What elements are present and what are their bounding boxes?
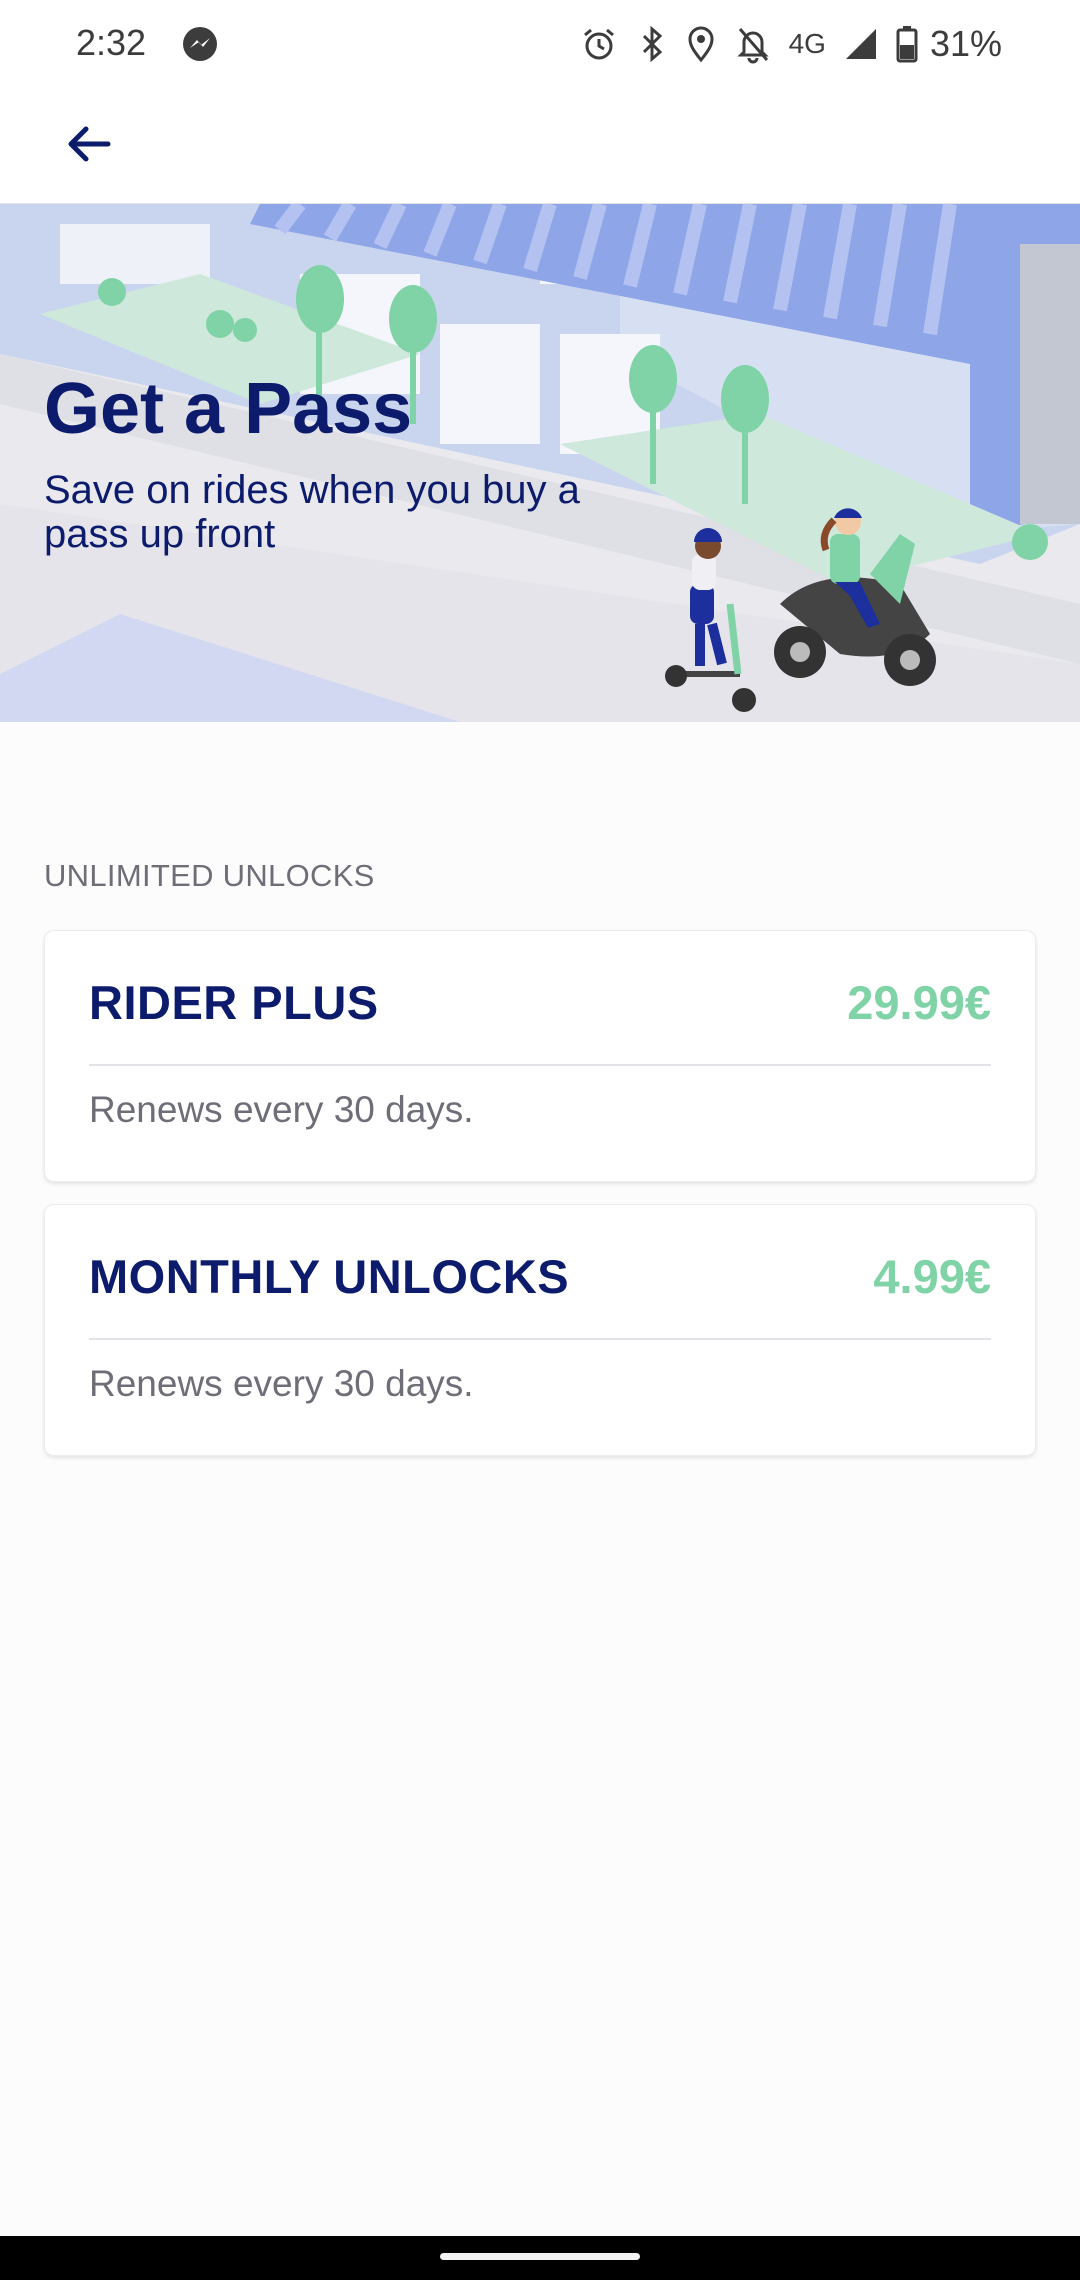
pass-card-monthly-unlocks[interactable]: MONTHLY UNLOCKS 4.99€ Renews every 30 da… — [44, 1204, 1036, 1456]
signal-icon — [844, 27, 878, 61]
back-button[interactable] — [44, 112, 132, 180]
bluetooth-icon — [637, 24, 667, 64]
status-time: 2:32 — [76, 22, 147, 63]
notifications-off-icon — [735, 24, 771, 64]
pass-price: 29.99€ — [847, 976, 991, 1029]
arrow-back-icon — [62, 118, 114, 175]
card-divider — [89, 1338, 991, 1340]
pass-name: MONTHLY UNLOCKS — [89, 1250, 570, 1303]
status-bar: 2:32 4G 31% — [0, 0, 1080, 88]
pass-renewal: Renews every 30 days. — [89, 1363, 474, 1404]
location-icon — [685, 24, 717, 64]
card-divider — [89, 1064, 991, 1066]
app-bar — [0, 88, 1080, 204]
battery-icon — [896, 25, 918, 63]
pass-card-rider-plus[interactable]: RIDER PLUS 29.99€ Renews every 30 days. — [44, 930, 1036, 1182]
page-title: Get a Pass — [44, 369, 413, 449]
network-type: 4G — [788, 28, 826, 59]
status-icons: 4G 31% — [579, 22, 1002, 66]
battery-percentage: 31% — [929, 23, 1002, 64]
street-illustration — [0, 204, 1080, 722]
hero-banner: Get a Pass Save on rides when you buy a … — [0, 204, 1080, 722]
pass-price: 4.99€ — [873, 1250, 991, 1303]
system-navigation-bar — [0, 2236, 1080, 2280]
pass-name: RIDER PLUS — [89, 976, 379, 1029]
section-label: UNLIMITED UNLOCKS — [44, 858, 375, 893]
home-indicator[interactable] — [440, 2253, 640, 2260]
messenger-icon — [180, 24, 220, 69]
pass-renewal: Renews every 30 days. — [89, 1089, 474, 1130]
page-subtitle: Save on rides when you buy a pass up fro… — [44, 468, 580, 556]
alarm-icon — [579, 24, 619, 64]
